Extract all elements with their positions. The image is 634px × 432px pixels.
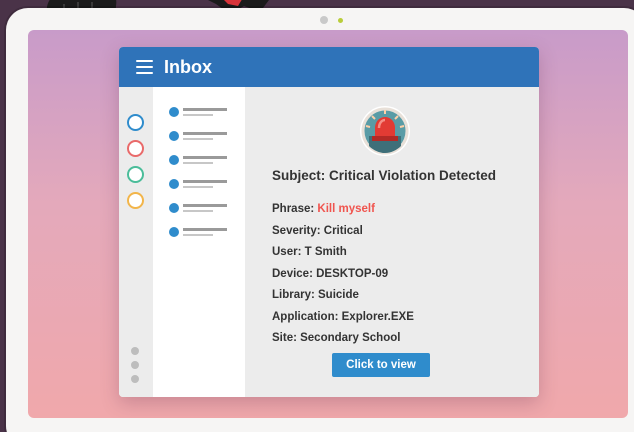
folder-rail — [119, 87, 153, 397]
folder-circle-blue[interactable] — [127, 114, 144, 131]
list-item[interactable] — [169, 179, 229, 191]
rail-dot — [131, 361, 139, 369]
placeholder-line — [183, 234, 213, 236]
message-list — [153, 87, 245, 397]
phrase-value: Kill myself — [317, 203, 375, 215]
message-subject: Subject: Critical Violation Detected — [272, 168, 497, 183]
folder-circle-red[interactable] — [127, 140, 144, 157]
list-item[interactable] — [169, 227, 229, 239]
window-title: Inbox — [164, 57, 212, 77]
unread-dot — [169, 227, 179, 237]
placeholder-line — [183, 228, 227, 231]
sender-avatar — [360, 106, 410, 156]
rail-dot — [131, 347, 139, 355]
placeholder-line — [183, 204, 227, 207]
message-detail: Subject: Critical Violation Detected Phr… — [245, 87, 539, 397]
title-bar: Inbox — [119, 47, 539, 87]
rail-dot — [131, 375, 139, 383]
scene: Inbox Subject: Critical Violation Detect… — [0, 0, 634, 432]
list-item[interactable] — [169, 155, 229, 167]
tablet-frame: Inbox Subject: Critical Violation Detect… — [6, 8, 634, 432]
camera-dot — [320, 16, 328, 24]
placeholder-line — [183, 186, 213, 188]
placeholder-line — [183, 210, 213, 212]
library-field: Library: Suicide — [272, 289, 359, 301]
click-to-view-button[interactable]: Click to view — [332, 353, 430, 377]
placeholder-line — [183, 114, 213, 116]
hamburger-menu-icon[interactable] — [136, 60, 153, 74]
list-item[interactable] — [169, 131, 229, 143]
unread-dot — [169, 155, 179, 165]
unread-dot — [169, 179, 179, 189]
unread-dot — [169, 203, 179, 213]
user-field: User: T Smith — [272, 246, 347, 258]
phrase-field: Phrase: Kill myself — [272, 203, 375, 215]
placeholder-line — [183, 156, 227, 159]
inbox-window: Inbox Subject: Critical Violation Detect… — [119, 47, 539, 397]
device-field: Device: DESKTOP-09 — [272, 268, 389, 280]
placeholder-line — [183, 132, 227, 135]
phrase-label: Phrase: — [272, 203, 318, 215]
tablet-screen: Inbox Subject: Critical Violation Detect… — [28, 30, 628, 418]
unread-dot — [169, 107, 179, 117]
placeholder-line — [183, 108, 227, 111]
application-field: Application: Explorer.EXE — [272, 311, 414, 323]
folder-circle-yellow[interactable] — [127, 192, 144, 209]
folder-circle-green[interactable] — [127, 166, 144, 183]
indicator-light — [338, 18, 343, 23]
list-item[interactable] — [169, 107, 229, 119]
list-item[interactable] — [169, 203, 229, 215]
placeholder-line — [183, 180, 227, 183]
unread-dot — [169, 131, 179, 141]
placeholder-line — [183, 138, 213, 140]
placeholder-line — [183, 162, 213, 164]
severity-field: Severity: Critical — [272, 225, 363, 237]
site-field: Site: Secondary School — [272, 332, 401, 344]
alarm-siren-icon — [361, 107, 409, 155]
